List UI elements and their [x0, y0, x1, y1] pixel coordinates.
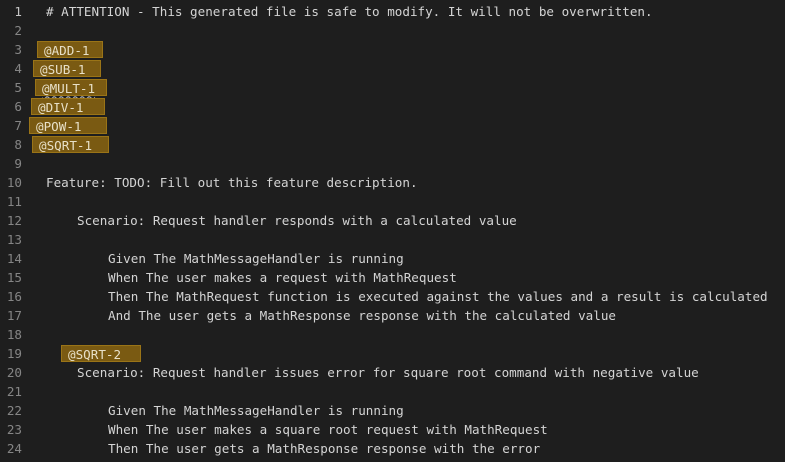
editor-line[interactable]: 7 @POW-1	[0, 116, 785, 135]
editor-line[interactable]: 1 # ATTENTION - This generated file is s…	[0, 2, 785, 21]
line-number: 15	[6, 270, 22, 285]
step-text: When The user makes a square root reques…	[108, 422, 548, 437]
tag-text-underlined: @MULT-1	[42, 81, 96, 96]
line-number: 10	[6, 175, 22, 190]
editor-line[interactable]: 19 @SQRT-2	[0, 344, 785, 363]
scenario-text: Scenario: Request handler responds with …	[77, 213, 517, 228]
editor-line[interactable]: 6 @DIV-1	[0, 97, 785, 116]
editor-line[interactable]: 3 @ADD-1	[0, 40, 785, 59]
editor-line[interactable]: 21	[0, 382, 785, 401]
step-text: When The user makes a request with MathR…	[108, 270, 457, 285]
step-text: And The user gets a MathResponse respons…	[108, 308, 616, 323]
feature-text: Feature: TODO: Fill out this feature des…	[46, 175, 418, 190]
line-number: 18	[6, 327, 22, 342]
line-number: 22	[6, 403, 22, 418]
line-number: 7	[14, 118, 22, 133]
line-number: 17	[6, 308, 22, 323]
editor-line[interactable]: 18	[0, 325, 785, 344]
editor-line[interactable]: 14 Given The MathMessageHandler is runni…	[0, 249, 785, 268]
scenario-text: Scenario: Request handler issues error f…	[77, 365, 699, 380]
line-number: 14	[6, 251, 22, 266]
line-number: 2	[14, 23, 22, 38]
step-text: Then The MathRequest function is execute…	[108, 289, 768, 304]
editor-line[interactable]: 22 Given The MathMessageHandler is runni…	[0, 401, 785, 420]
tag-highlight: @ADD-1	[37, 41, 103, 58]
line-number: 16	[6, 289, 22, 304]
editor-line[interactable]: 15 When The user makes a request with Ma…	[0, 268, 785, 287]
editor-line[interactable]: 16 Then The MathRequest function is exec…	[0, 287, 785, 306]
comment-text: # ATTENTION - This generated file is saf…	[46, 4, 653, 19]
editor-line[interactable]: 17 And The user gets a MathResponse resp…	[0, 306, 785, 325]
line-number: 6	[14, 99, 22, 114]
tag-highlight: @SQRT-2	[61, 345, 141, 362]
editor-line[interactable]: 13	[0, 230, 785, 249]
code-editor[interactable]: 1 # ATTENTION - This generated file is s…	[0, 0, 785, 462]
editor-line[interactable]: 20 Scenario: Request handler issues erro…	[0, 363, 785, 382]
tag-highlight: @MULT-1	[35, 79, 107, 96]
line-number: 21	[6, 384, 22, 399]
editor-line[interactable]: 12 Scenario: Request handler responds wi…	[0, 211, 785, 230]
step-text: Then The user gets a MathResponse respon…	[108, 441, 541, 456]
line-number: 3	[14, 42, 22, 57]
line-number: 12	[6, 213, 22, 228]
line-number: 13	[6, 232, 22, 247]
step-text: Given The MathMessageHandler is running	[108, 251, 404, 266]
editor-line[interactable]: 9	[0, 154, 785, 173]
tag-highlight: @SQRT-1	[32, 136, 109, 153]
editor-line[interactable]: 4 @SUB-1	[0, 59, 785, 78]
line-number: 20	[6, 365, 22, 380]
editor-line[interactable]: 11	[0, 192, 785, 211]
editor-line[interactable]: 2	[0, 21, 785, 40]
editor-line[interactable]: 10 Feature: TODO: Fill out this feature …	[0, 173, 785, 192]
line-number: 23	[6, 422, 22, 437]
editor-line[interactable]: 8 @SQRT-1	[0, 135, 785, 154]
line-number: 4	[14, 61, 22, 76]
tag-highlight: @POW-1	[29, 117, 107, 134]
editor-line[interactable]: 24 Then The user gets a MathResponse res…	[0, 439, 785, 458]
tag-highlight: @SUB-1	[33, 60, 101, 77]
line-number: 1	[14, 4, 22, 19]
tag-highlight: @DIV-1	[31, 98, 105, 115]
editor-line[interactable]: 5 @MULT-1	[0, 78, 785, 97]
line-number: 8	[14, 137, 22, 152]
editor-line[interactable]: 23 When The user makes a square root req…	[0, 420, 785, 439]
line-number: 24	[6, 441, 22, 456]
line-number: 9	[14, 156, 22, 171]
line-number: 5	[14, 80, 22, 95]
line-number: 19	[6, 346, 22, 361]
step-text: Given The MathMessageHandler is running	[108, 403, 404, 418]
line-number: 11	[6, 194, 22, 209]
